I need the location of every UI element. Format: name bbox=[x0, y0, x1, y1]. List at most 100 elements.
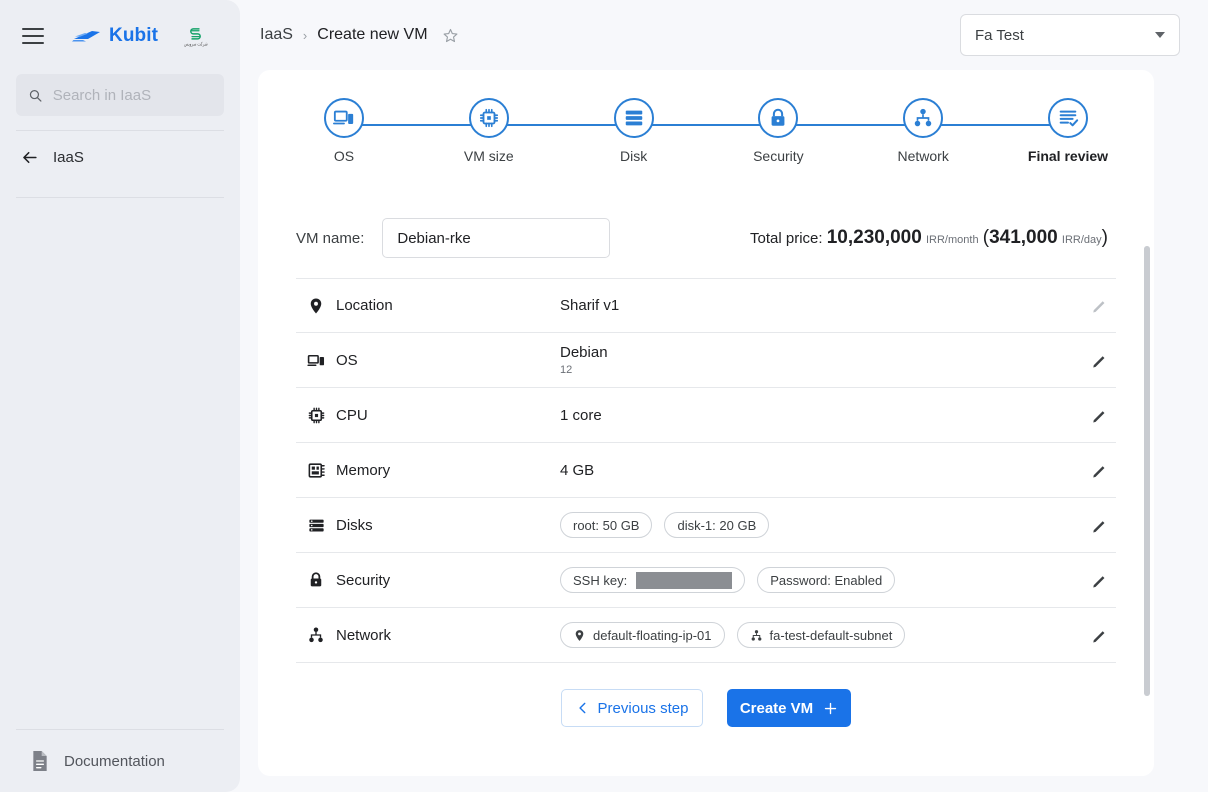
step-circle bbox=[1047, 98, 1088, 138]
breadcrumb-separator: › bbox=[302, 27, 308, 43]
ssh-key-chip[interactable]: SSH key: bbox=[560, 567, 746, 593]
price-daily-unit: IRR/day bbox=[1061, 234, 1102, 246]
partner-logo[interactable]: شرکت سرویس bbox=[184, 26, 208, 47]
step-circle bbox=[903, 98, 944, 138]
previous-step-button[interactable]: Previous step bbox=[561, 689, 703, 727]
step-vm-size[interactable]: VM size bbox=[441, 98, 537, 164]
sidebar-item-iaas[interactable]: IaaS bbox=[0, 131, 240, 183]
sitemap-icon bbox=[296, 626, 336, 644]
ssh-key-redacted-value bbox=[636, 571, 733, 589]
summary-row-value: Sharif v1 bbox=[560, 297, 1082, 314]
plus-icon bbox=[824, 702, 837, 714]
total-price: Total price: 10,230,000 IRR/month (341,0… bbox=[750, 227, 1116, 249]
vm-name-input[interactable] bbox=[382, 218, 611, 258]
vm-name-label: VM name: bbox=[296, 229, 365, 247]
ssh-key-chip-label: SSH key: bbox=[573, 572, 628, 588]
os-value: Debian bbox=[560, 344, 608, 361]
breadcrumb-item-iaas[interactable]: IaaS bbox=[260, 26, 293, 44]
summary-row-label: Location bbox=[336, 297, 393, 314]
pencil-icon bbox=[1092, 355, 1104, 367]
edit-location-button[interactable] bbox=[1082, 297, 1116, 314]
hamburger-icon[interactable] bbox=[22, 28, 44, 44]
edit-security-button[interactable] bbox=[1082, 572, 1116, 589]
disk-chip-label: disk-1: 20 GB bbox=[677, 517, 757, 533]
vm-name-row: VM name: Total price: 10,230,000 IRR/mon… bbox=[296, 218, 1116, 258]
breadcrumb-item-create-new-vm[interactable]: Create new VM bbox=[317, 26, 427, 44]
kubit-boat-icon bbox=[72, 31, 100, 42]
arrow-left-icon bbox=[23, 151, 37, 163]
search-input[interactable] bbox=[52, 86, 212, 104]
edit-network-button[interactable] bbox=[1082, 627, 1116, 644]
summary-row-label: OS bbox=[336, 351, 358, 369]
step-circle bbox=[613, 98, 654, 138]
step-label: OS bbox=[333, 148, 355, 164]
price-prefix: Total price: bbox=[750, 230, 823, 247]
pencil-icon bbox=[1092, 575, 1104, 587]
step-label: Security bbox=[753, 148, 804, 164]
password-chip-label: Password: Enabled bbox=[770, 572, 883, 588]
edit-memory-button[interactable] bbox=[1082, 462, 1116, 479]
pencil-icon bbox=[1092, 410, 1104, 422]
step-circle bbox=[468, 98, 509, 138]
chevron-down-icon bbox=[1155, 32, 1165, 38]
document-icon bbox=[33, 751, 47, 771]
account-select-value: Fa Test bbox=[975, 26, 1024, 44]
summary-row-value: Debian 12 bbox=[560, 344, 1082, 376]
search-box[interactable] bbox=[16, 74, 224, 116]
summary-row-value: SSH key: Password: Enabled bbox=[560, 567, 1082, 593]
memory-value: 4 GB bbox=[560, 461, 595, 479]
account-select[interactable]: Fa Test bbox=[960, 14, 1180, 56]
step-label: Final review bbox=[1027, 148, 1109, 164]
summary-row-memory: Memory 4 GB bbox=[296, 443, 1116, 498]
floating-ip-chip[interactable]: default-floating-ip-01 bbox=[560, 622, 725, 648]
password-chip[interactable]: Password: Enabled bbox=[757, 567, 896, 593]
step-circle bbox=[324, 98, 364, 138]
edit-cpu-button[interactable] bbox=[1082, 407, 1116, 424]
summary-row-security: Security SSH key: Password: Enabled bbox=[296, 553, 1116, 608]
memory-icon bbox=[296, 461, 336, 480]
sidebar: Kubit شرکت سرویس IaaS bbox=[0, 0, 240, 792]
card-scrollbar-thumb[interactable] bbox=[1144, 246, 1150, 696]
devices-icon bbox=[296, 351, 336, 370]
cpu-chip-icon bbox=[479, 108, 498, 128]
documentation-label: Documentation bbox=[64, 752, 165, 770]
summary-row-label: Memory bbox=[336, 461, 391, 479]
create-vm-label: Create VM bbox=[739, 699, 814, 717]
summary-row-disks: Disks root: 50 GB disk-1: 20 GB bbox=[296, 498, 1116, 553]
brand-logo[interactable]: Kubit bbox=[72, 25, 158, 47]
create-vm-card: OS VM size Disk Security Network Final r… bbox=[258, 70, 1154, 776]
pencil-icon bbox=[1092, 301, 1104, 313]
summary-row-label: CPU bbox=[336, 406, 368, 424]
sidebar-header: Kubit شرکت سرویس bbox=[0, 0, 240, 72]
partner-logo-caption: شرکت سرویس bbox=[184, 41, 208, 47]
step-final-review[interactable]: Final review bbox=[1020, 98, 1116, 164]
breadcrumb: IaaS › Create new VM bbox=[260, 26, 459, 44]
star-icon[interactable] bbox=[442, 27, 459, 44]
disk-chip[interactable]: disk-1: 20 GB bbox=[664, 512, 770, 538]
storage-icon bbox=[625, 110, 642, 126]
subnet-chip[interactable]: fa-test-default-subnet bbox=[736, 622, 906, 648]
summary-row-network: Network default-floating-ip-01 fa-test-d… bbox=[296, 608, 1116, 663]
step-security[interactable]: Security bbox=[730, 98, 826, 164]
step-os[interactable]: OS bbox=[296, 98, 392, 164]
previous-step-label: Previous step bbox=[597, 699, 689, 717]
summary-row-value: 1 core bbox=[560, 407, 1082, 424]
summary-row-location: Location Sharif v1 bbox=[296, 278, 1116, 333]
sitemap-icon bbox=[751, 629, 761, 641]
edit-os-button[interactable] bbox=[1082, 352, 1116, 369]
price-monthly-amount: 10,230,000 bbox=[826, 227, 922, 248]
summary-row-cpu: CPU 1 core bbox=[296, 388, 1116, 443]
create-vm-button[interactable]: Create VM bbox=[727, 689, 851, 727]
edit-disks-button[interactable] bbox=[1082, 517, 1116, 534]
summary-rows: Location Sharif v1 OS Debian 12 CPU 1 co… bbox=[296, 278, 1116, 663]
sidebar-item-documentation[interactable]: Documentation bbox=[0, 730, 240, 792]
step-label: VM size bbox=[463, 148, 514, 164]
checklist-icon bbox=[1059, 110, 1079, 127]
disk-chip[interactable]: root: 50 GB bbox=[560, 512, 653, 538]
step-network[interactable]: Network bbox=[875, 98, 971, 164]
step-disk[interactable]: Disk bbox=[586, 98, 682, 164]
card-scrollbar-track[interactable] bbox=[1144, 246, 1150, 696]
summary-row-value: root: 50 GB disk-1: 20 GB bbox=[560, 512, 1082, 538]
wizard-stepper: OS VM size Disk Security Network Final r… bbox=[296, 98, 1116, 174]
